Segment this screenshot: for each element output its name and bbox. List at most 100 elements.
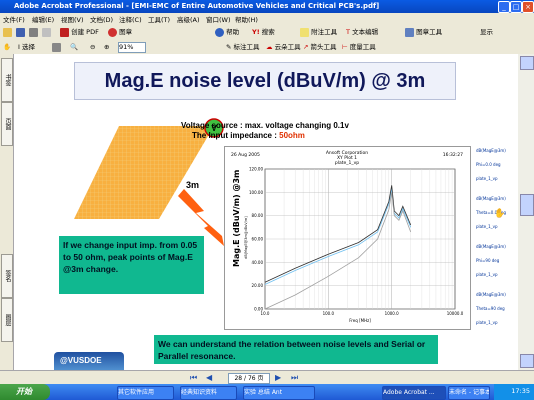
menu-comment[interactable]: 注释(C) (119, 14, 142, 24)
task-4[interactable]: 未命名 - 记事本 (448, 386, 490, 400)
toolbar-main: 创建 PDF 图章 帮助 Y! 搜索 附注工具 T 文本编辑 图章工具 显示 (0, 25, 534, 41)
arrow-label: 箭头工具 (310, 43, 337, 51)
mark-tool-button[interactable]: ✎ 标注工具 (226, 42, 260, 53)
show-button[interactable]: 显示 (480, 27, 493, 38)
close-button[interactable]: × (522, 1, 534, 13)
menu-document[interactable]: 文档(D) (90, 14, 113, 24)
menu-tools[interactable]: 工具(T) (148, 14, 170, 24)
trace-legend-item: plate_1_vp (476, 320, 498, 325)
hand-tool-button[interactable]: ✋ (3, 42, 11, 53)
note-box-resonance: We can understand the relation between n… (154, 335, 438, 364)
next-page-button[interactable]: ▶ (275, 373, 281, 382)
menu-edit[interactable]: 编辑(E) (32, 14, 54, 24)
title-bar: Adobe Acrobat Professional - [EMI-EMC of… (0, 0, 534, 13)
zoom-in-button[interactable]: ⊕ (104, 42, 109, 53)
measure-label: 度量工具 (349, 43, 376, 51)
bottom-note-text: We can understand the relation between n… (158, 339, 426, 361)
menu-file[interactable]: 文件(F) (3, 14, 25, 24)
stamp-button[interactable]: 图章 (108, 27, 132, 38)
email-button[interactable] (42, 27, 51, 38)
tab-bookmarks[interactable]: 书签 (1, 58, 13, 102)
show-label: 显示 (480, 28, 493, 36)
save-icon (16, 27, 25, 37)
create-pdf-icon (60, 27, 69, 37)
task-1[interactable]: 经典知识资料 (180, 386, 237, 400)
trace-legend-item: plate_1_vp (476, 176, 498, 181)
impedance-value: 50ohm (279, 131, 305, 140)
save-button[interactable] (16, 27, 25, 38)
zoom-out-button[interactable]: ⊖ (90, 42, 95, 53)
attach-tool-button[interactable]: 附注工具 (300, 27, 337, 38)
plot-ylabel: Mag.E (dBuV/m) @3m (232, 170, 241, 267)
create-pdf-button[interactable]: 创建 PDF (60, 27, 99, 38)
trace-legend-item: Phi=0.0 deg (476, 162, 501, 167)
company-logo: @VUSDOE (54, 352, 124, 370)
task-0[interactable]: 其它软件应用 (117, 386, 174, 400)
camera-icon (52, 42, 61, 52)
status-bar: ⏮ ◀ 28 / 76 页 ▶ ⏭ (0, 370, 534, 385)
chart-svg: 26 Aug 2005 Ansoft Corporation XY Plot 1… (231, 150, 464, 323)
minimize-button[interactable]: _ (498, 1, 510, 13)
plot-sub: plate_1_vp (335, 160, 359, 166)
pencil-icon: ✎ (226, 43, 232, 51)
hand-cursor-icon: ✋ (494, 209, 506, 219)
print-icon (29, 27, 38, 37)
text-edit-button[interactable]: T 文本编辑 (346, 27, 378, 38)
maximize-button[interactable]: □ (510, 1, 522, 13)
trace-legend-item: plate_1_vp (476, 224, 498, 229)
task-3[interactable]: Adobe Acrobat ... (382, 386, 446, 400)
help-label: 帮助 (226, 28, 240, 36)
first-page-button[interactable]: ⏮ (190, 373, 197, 383)
zoom-field[interactable]: 91% (118, 42, 146, 53)
trace-legend-item: dB(MagE@3m) (476, 148, 506, 153)
prev-page-button[interactable]: ◀ (206, 373, 212, 382)
task-2[interactable]: 实验 总结 Ant (243, 386, 315, 400)
page-number-field[interactable]: 28 / 76 页 (228, 373, 270, 384)
scroll-thumb[interactable] (520, 194, 534, 216)
menu-advanced[interactable]: 高级(A) (177, 14, 200, 24)
arrow-tool-button[interactable]: ↗ 箭头工具 (303, 42, 337, 53)
select-tool-button[interactable]: I 选择 (18, 42, 35, 53)
stamp-tool-button[interactable]: 图章工具 (405, 27, 442, 38)
menu-view[interactable]: 视图(V) (61, 14, 84, 24)
logo-text: @VUSDOE (60, 356, 102, 365)
ruler-icon: ⊢ (342, 43, 348, 51)
hand-icon: ✋ (3, 43, 12, 51)
mark-label: 标注工具 (233, 43, 260, 51)
vertical-scrollbar[interactable] (518, 54, 534, 370)
cloud-tool-button[interactable]: ☁ 云朵工具 (266, 42, 301, 53)
menu-help[interactable]: 帮助(H) (235, 14, 258, 24)
y-tick-label: 60.00 (252, 237, 264, 242)
tab-signatures[interactable]: 签名 (1, 254, 13, 298)
trace-legend-item: dB(MagE@3m) (476, 244, 506, 249)
print-button[interactable] (29, 27, 38, 38)
search-button[interactable]: Y! 搜索 (252, 27, 275, 38)
tab-layers[interactable]: 图层 (1, 298, 13, 342)
open-button[interactable] (3, 27, 12, 38)
trace-legend-item: dB(MagE@3m) (476, 292, 506, 297)
windows-taskbar: 开始 其它软件应用 经典知识资料 实验 总结 Ant Adobe Acrobat… (0, 384, 534, 400)
note-icon (300, 27, 309, 37)
zoom-tool-button[interactable]: 🔍 (70, 42, 78, 53)
help-button[interactable]: 帮助 (215, 27, 239, 38)
stamp-tool-label: 图章工具 (416, 28, 443, 36)
toolbar-secondary: ✋ I 选择 🔍 ⊖ ⊕ 91% ✎ 标注工具 ☁ 云朵工具 ↗ 箭头工具 ⊢ … (0, 40, 534, 55)
cloud-icon: ☁ (266, 43, 273, 51)
navigation-pane: 书签 页面 签名 图层 (0, 54, 14, 370)
start-button[interactable]: 开始 (0, 384, 50, 400)
x-tick-label: 10000.0 (447, 311, 464, 316)
attach-label: 附注工具 (311, 28, 338, 36)
note-box-input-imp: If we change input imp. from 0.05 to 50 … (59, 236, 204, 294)
tab-pages[interactable]: 页面 (1, 102, 13, 146)
start-label: 开始 (16, 387, 32, 396)
menu-window[interactable]: 窗口(W) (206, 14, 231, 24)
last-page-button[interactable]: ⏭ (291, 373, 298, 383)
measure-tool-button[interactable]: ⊢ 度量工具 (342, 42, 376, 53)
plot-xlabel: Freq [MHz] (349, 318, 371, 323)
document-page: Mag.E noise level (dBuV/m) @ 3m V 3m Vol… (14, 54, 518, 370)
arrow-icon: ↗ (303, 43, 309, 51)
cloud-label: 云朵工具 (274, 43, 301, 51)
snapshot-button[interactable] (52, 42, 61, 53)
scroll-up-button[interactable] (520, 56, 534, 70)
scroll-down-button[interactable] (520, 354, 534, 368)
